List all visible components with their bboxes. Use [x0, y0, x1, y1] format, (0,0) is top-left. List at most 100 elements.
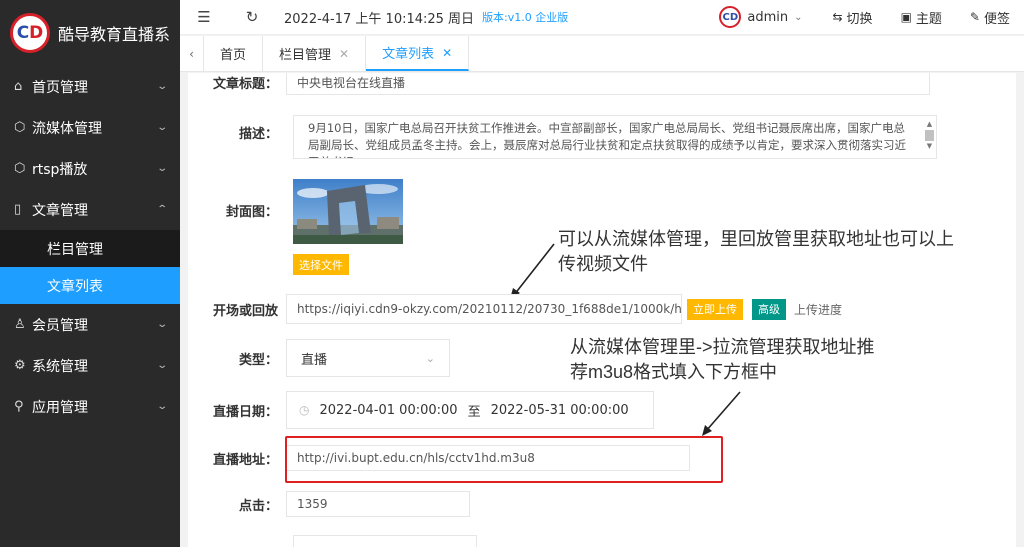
scroll-up-icon: ▲: [926, 120, 933, 128]
tab-article-list[interactable]: 文章列表 ✕: [366, 36, 470, 71]
sidebar-item-label: rtsp播放: [32, 161, 88, 178]
cover-label: 封面图：: [225, 205, 278, 220]
annotation-1-line-1: 可以从流媒体管理，里回放管里获取地址也可以上: [558, 229, 954, 249]
version-label: 版本:v1.0 企业版: [482, 11, 569, 24]
article-form: 文章标题： 中央电视台在线直播 描述： 9月10日，国家广电总局召开扶贫工作推进…: [188, 73, 1016, 547]
user-icon: ♙: [14, 317, 26, 332]
theme-icon: ▣: [900, 10, 912, 24]
sidebar-item-system[interactable]: ⚙ 系统管理 ⌄: [0, 345, 180, 386]
sidebar-item-apps[interactable]: ⚲ 应用管理 ⌄: [0, 386, 180, 427]
date-separator: 至: [467, 404, 481, 420]
type-select[interactable]: 直播 ⌄: [286, 339, 450, 377]
date-start: 2022-04-01 00:00:00: [319, 402, 458, 418]
clock-icon: ◷: [299, 403, 310, 417]
chevron-down-icon: ⌄: [425, 351, 435, 365]
refresh-icon[interactable]: ↻: [228, 8, 276, 26]
sidebar-item-home[interactable]: ⌂ 首页管理 ⌄: [0, 66, 180, 107]
clicks-input[interactable]: 1359: [286, 491, 470, 517]
sidebar-subitem-columns[interactable]: 栏目管理: [0, 230, 180, 267]
cube-icon: ⬡: [14, 161, 26, 176]
clicks-label: 点击：: [238, 498, 278, 514]
choose-file-button[interactable]: 选择文件: [293, 254, 349, 275]
sidebar-item-label: 应用管理: [32, 399, 88, 416]
sidebar-item-label: 流媒体管理: [32, 120, 102, 137]
annotation-note-1: 可以从流媒体管理，里回放管里获取地址也可以上 传视频文件: [558, 227, 954, 277]
sidebar-subitem-article-list[interactable]: 文章列表: [0, 267, 180, 304]
tab-label: 文章列表: [382, 47, 435, 62]
playback-url-value: https://iqiyi.cdn9-okzy.com/20210112/207…: [297, 302, 682, 316]
chevron-down-icon: ⌄: [155, 360, 168, 371]
gear-icon: ⚙: [14, 358, 26, 373]
description-text: 9月10日，国家广电总局召开扶贫工作推进会。中宣部副部长，国家广电总局局长、党组…: [308, 121, 906, 158]
date-label: 直播日期：: [212, 404, 278, 420]
menu-toggle-icon[interactable]: ☰: [180, 8, 228, 26]
annotation-1-line-2: 传视频文件: [558, 254, 648, 274]
sidebar-nav: ⌂ 首页管理 ⌄ ⬡ 流媒体管理 ⌄ ⬡ rtsp播放 ⌄ ▯ 文章管理 ⌃ 栏…: [0, 66, 180, 427]
playback-row: 开场或回放 https://iqiyi.cdn9-okzy.com/202101…: [188, 294, 1016, 324]
type-label: 类型：: [238, 352, 278, 368]
pen-icon: ✎: [969, 10, 980, 24]
tab-home[interactable]: 首页: [204, 36, 264, 71]
switch-label: 切换: [846, 11, 873, 27]
chevron-down-icon: ⌄: [794, 11, 803, 23]
username: admin: [747, 9, 789, 25]
chevron-down-icon: ⌄: [155, 163, 168, 174]
sidebar-item-articles[interactable]: ▯ 文章管理 ⌃: [0, 189, 180, 230]
close-icon[interactable]: ✕: [442, 46, 452, 60]
theme-button[interactable]: ▣ 主题: [887, 8, 956, 27]
switch-icon: ⇆: [832, 10, 843, 24]
stream-label: 直播地址：: [212, 452, 278, 468]
tab-label: 首页: [220, 48, 247, 63]
tab-scroll-left-icon[interactable]: ‹: [180, 36, 204, 71]
logo-icon: CD: [10, 13, 50, 53]
playback-label: 开场或回放: [212, 303, 278, 319]
theme-label: 主题: [915, 11, 942, 27]
home-icon: ⌂: [14, 79, 23, 94]
title-label: 文章标题：: [212, 76, 278, 92]
description-textarea[interactable]: 9月10日，国家广电总局召开扶贫工作推进会。中宣部副部长，国家广电总局局长、党组…: [293, 115, 937, 159]
avatar: CD: [719, 6, 742, 28]
logo: CD 酷导教育直播系: [0, 0, 180, 66]
scroll-thumb[interactable]: [925, 130, 934, 141]
type-row: 类型： 直播 ⌄: [188, 339, 1016, 377]
type-value: 直播: [301, 352, 328, 368]
date-row: 直播日期： ◷ 2022-04-01 00:00:00 至 2022-05-31…: [188, 391, 1016, 429]
tab-columns[interactable]: 栏目管理 ✕: [263, 36, 367, 71]
sidebar-item-label: 系统管理: [32, 358, 88, 375]
note-button[interactable]: ✎ 便签: [956, 8, 1024, 27]
switch-button[interactable]: ⇆ 切换: [818, 8, 886, 27]
sidebar-item-streaming[interactable]: ⬡ 流媒体管理 ⌄: [0, 107, 180, 148]
date-end: 2022-05-31 00:00:00: [490, 402, 629, 418]
close-icon[interactable]: ✕: [339, 47, 349, 61]
date-range-input[interactable]: ◷ 2022-04-01 00:00:00 至 2022-05-31 00:00…: [286, 391, 654, 429]
textarea-scrollbar[interactable]: ▲ ▼: [925, 120, 934, 156]
sidebar-item-label: 文章管理: [32, 202, 88, 219]
advanced-button[interactable]: 高级: [752, 298, 786, 320]
header: ☰ ↻ 2022-4-17 上午 10:14:25 周日 版本:v1.0 企业版…: [180, 0, 1024, 35]
desc-label: 描述：: [238, 127, 278, 142]
tab-label: 栏目管理: [279, 48, 332, 63]
scroll-down-icon: ▼: [926, 142, 933, 150]
upload-progress-label: 上传进度: [794, 302, 843, 317]
chevron-up-icon: ⌃: [155, 204, 168, 215]
chevron-down-icon: ⌄: [155, 401, 168, 412]
link-icon: ⚲: [14, 399, 24, 414]
sidebar-item-label: 首页管理: [32, 79, 88, 96]
annotation-arrow-1: [510, 243, 555, 299]
sidebar-item-rtsp[interactable]: ⬡ rtsp播放 ⌄: [0, 148, 180, 189]
title-row: 文章标题： 中央电视台在线直播: [188, 73, 1016, 95]
chevron-down-icon: ⌄: [155, 319, 168, 330]
sidebar-subitem-label: 栏目管理: [47, 241, 103, 258]
user-menu[interactable]: CD admin ⌄: [703, 6, 818, 28]
cover-image: [293, 179, 403, 244]
highlight-box: [285, 436, 723, 483]
app-title: 酷导教育直播系: [58, 25, 171, 44]
upload-now-button[interactable]: 立即上传: [687, 298, 743, 320]
title-input[interactable]: 中央电视台在线直播: [286, 73, 930, 95]
next-field-input[interactable]: [293, 535, 477, 547]
sidebar-item-label: 会员管理: [32, 317, 88, 334]
chevron-down-icon: ⌄: [155, 122, 168, 133]
sidebar-item-members[interactable]: ♙ 会员管理 ⌄: [0, 304, 180, 345]
playback-url-input[interactable]: https://iqiyi.cdn9-okzy.com/20210112/207…: [286, 294, 682, 324]
note-label: 便签: [983, 11, 1010, 27]
